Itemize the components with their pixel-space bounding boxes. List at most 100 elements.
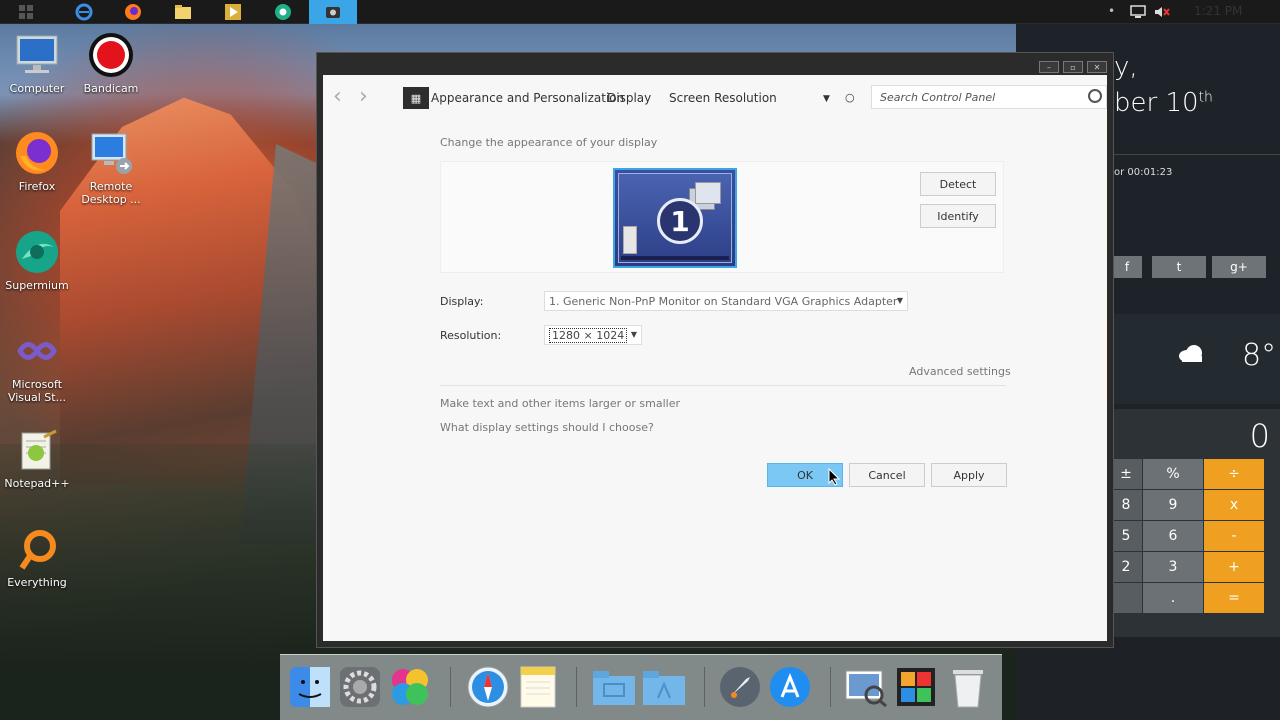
monitor-number: 1 <box>657 198 703 244</box>
search-icon[interactable] <box>1088 89 1102 103</box>
tray-screen-icon[interactable] <box>1128 2 1148 22</box>
tray-clock[interactable]: 1:21 PM <box>1194 4 1242 18</box>
supermium-icon <box>14 229 60 275</box>
section-divider <box>440 385 1006 386</box>
forward-arrow-icon[interactable]: › <box>359 86 368 108</box>
side-divider <box>1112 154 1280 155</box>
apply-button[interactable]: Apply <box>931 463 1007 487</box>
advanced-settings-link[interactable]: Advanced settings <box>909 365 1011 378</box>
preview-icon[interactable] <box>844 665 888 709</box>
game-center-icon[interactable] <box>388 665 432 709</box>
firefox-icon[interactable] <box>123 2 143 22</box>
photo-booth-icon[interactable] <box>894 665 938 709</box>
detect-button[interactable]: Detect <box>920 172 996 196</box>
desktop-icon-remote-desktop[interactable]: Remote Desktop ... <box>74 130 148 206</box>
file-explorer-icon[interactable] <box>173 2 193 22</box>
breadcrumb-display[interactable]: Display <box>607 91 651 105</box>
calc-key[interactable] <box>1110 583 1142 613</box>
temperature: 8° <box>1242 338 1277 373</box>
desktop-icon-label: Supermium <box>5 279 69 292</box>
monitor-arrangement: 1 Detect Identify <box>440 161 1004 273</box>
finder-icon[interactable] <box>288 665 332 709</box>
control-panel-window: – ▫ ✕ ‹ › ▦ Appearance and Personalizati… <box>316 52 1114 648</box>
desktop-icon-label: Notepad++ <box>4 477 70 490</box>
display-select-value: 1. Generic Non-PnP Monitor on Standard V… <box>549 294 898 308</box>
identify-button[interactable]: Identify <box>920 204 996 228</box>
cancel-button[interactable]: Cancel <box>849 463 925 487</box>
calc-key[interactable]: + <box>1204 552 1264 582</box>
calc-key[interactable]: 9 <box>1143 490 1203 520</box>
text-size-link[interactable]: Make text and other items larger or smal… <box>440 397 680 410</box>
calc-key[interactable]: ± <box>1110 459 1142 489</box>
app-store-icon[interactable] <box>768 665 812 709</box>
visual-studio-icon <box>14 328 60 374</box>
windows-logo-icon[interactable] <box>16 2 36 22</box>
desktop-icon-supermium[interactable]: Supermium <box>0 229 74 292</box>
calc-key[interactable]: 6 <box>1143 521 1203 551</box>
monitor-screen: 1 <box>618 173 732 263</box>
everything-icon <box>14 526 60 572</box>
bandicam-icon <box>88 32 134 78</box>
monitor-sidebar-thumb <box>623 226 637 254</box>
desktop-icon-everything[interactable]: Everything <box>0 526 74 589</box>
computer-icon <box>14 32 60 78</box>
control-panel-home-icon[interactable]: ▦ <box>403 87 429 109</box>
desktop-icon-computer[interactable]: Computer <box>0 32 74 95</box>
google-plus-button[interactable]: g+ <box>1212 256 1266 278</box>
breadcrumb-screen-resolution[interactable]: Screen Resolution <box>669 91 777 105</box>
safari-icon[interactable] <box>466 665 510 709</box>
folder-icon[interactable] <box>592 665 636 709</box>
tray-dot-icon[interactable]: • <box>1108 4 1115 18</box>
bandicam-taskbar-icon[interactable] <box>323 2 343 22</box>
search-control-panel[interactable]: Search Control Panel <box>871 85 1107 109</box>
calc-key[interactable]: - <box>1204 521 1264 551</box>
dock-separator <box>450 667 451 707</box>
internet-explorer-icon[interactable] <box>74 2 94 22</box>
supermium-icon[interactable] <box>273 2 293 22</box>
display-settings-help-link[interactable]: What display settings should I choose? <box>440 421 654 434</box>
twitter-button[interactable]: t <box>1152 256 1206 278</box>
minimize-button[interactable]: – <box>1039 61 1059 73</box>
dock-separator <box>830 667 831 707</box>
calc-key[interactable]: 8 <box>1110 490 1142 520</box>
facebook-button[interactable]: f <box>1112 256 1142 278</box>
breadcrumb-appearance[interactable]: Appearance and Personalization <box>431 91 624 105</box>
calc-key[interactable]: ÷ <box>1204 459 1264 489</box>
calc-key[interactable]: . <box>1143 583 1203 613</box>
desktop-icon-label: Computer <box>9 82 65 95</box>
breadcrumb-dropdown-icon[interactable]: ▼ <box>823 94 830 104</box>
calc-key[interactable]: 3 <box>1143 552 1203 582</box>
screen-resolution-panel: ‹ › ▦ Appearance and Personalization Dis… <box>323 75 1107 641</box>
top-taskbar: • 1:21 PM <box>0 0 1280 24</box>
display-select[interactable]: 1. Generic Non-PnP Monitor on Standard V… <box>544 291 908 311</box>
launchpad-icon[interactable] <box>718 665 762 709</box>
search-placeholder: Search Control Panel <box>880 91 996 104</box>
display-label: Display: <box>440 295 484 308</box>
desktop-icon-bandicam[interactable]: Bandicam <box>74 32 148 95</box>
applications-folder-icon[interactable] <box>642 665 686 709</box>
resolution-select[interactable]: 1280 × 1024 ▼ <box>544 325 642 345</box>
tray-volume-muted-icon[interactable] <box>1152 2 1172 22</box>
calc-key[interactable]: x <box>1204 490 1264 520</box>
dock-separator <box>704 667 705 707</box>
notes-icon[interactable] <box>516 665 560 709</box>
cloud-icon <box>1178 344 1204 366</box>
media-player-icon[interactable] <box>223 2 243 22</box>
trash-icon[interactable] <box>946 665 990 709</box>
desktop-icon-visual-studio[interactable]: Microsoft Visual St... <box>0 328 74 404</box>
calc-key[interactable]: % <box>1143 459 1203 489</box>
close-button[interactable]: ✕ <box>1087 61 1107 73</box>
desktop-icon-label: Bandicam <box>83 82 139 95</box>
desktop-icon-firefox[interactable]: Firefox <box>0 130 74 193</box>
desktop-icon-label: Microsoft Visual St... <box>7 378 67 404</box>
firefox-icon <box>14 130 60 176</box>
maximize-button[interactable]: ▫ <box>1063 61 1083 73</box>
calc-key[interactable]: 5 <box>1110 521 1142 551</box>
calc-key[interactable]: 2 <box>1110 552 1142 582</box>
monitor-1-tile[interactable]: 1 <box>613 168 737 268</box>
system-preferences-icon[interactable] <box>338 665 382 709</box>
refresh-icon[interactable]: ○ <box>845 91 855 104</box>
back-arrow-icon[interactable]: ‹ <box>333 86 342 108</box>
desktop-icon-notepad-plus-plus[interactable]: Notepad++ <box>0 427 74 490</box>
calc-key[interactable]: = <box>1204 583 1264 613</box>
